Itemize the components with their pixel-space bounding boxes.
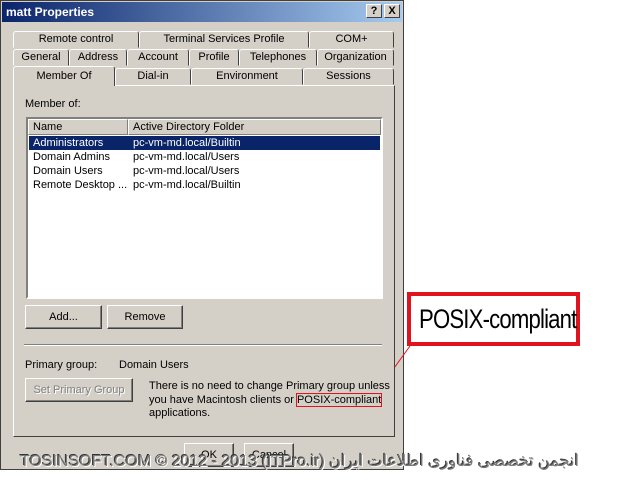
column-header-folder[interactable]: Active Directory Folder xyxy=(128,119,381,135)
row-folder: pc-vm-md.local/Builtin xyxy=(133,137,241,149)
primary-group-note-line2: you have Macintosh clients or POSIX-comp… xyxy=(149,393,383,407)
note-line2-prefix: you have Macintosh clients or xyxy=(149,394,297,406)
watermark: TOSINSOFT.COM © 2012 - 2013 (ITPro.ir) ا… xyxy=(20,453,580,470)
separator xyxy=(24,344,382,346)
table-row[interactable]: Remote Desktop ... pc-vm-md.local/Builti… xyxy=(29,178,380,192)
member-of-label: Member of: xyxy=(25,98,81,110)
primary-group-note-line3: applications. xyxy=(149,407,211,419)
remove-button[interactable]: Remove xyxy=(107,305,183,329)
table-row[interactable]: Administrators pc-vm-md.local/Builtin xyxy=(29,136,380,150)
row-folder: pc-vm-md.local/Users xyxy=(133,151,240,163)
add-button[interactable]: Add... xyxy=(25,305,102,329)
primary-group-note-line1: There is no need to change Primary group… xyxy=(149,380,390,392)
row-folder: pc-vm-md.local/Users xyxy=(133,165,240,177)
row-name: Domain Admins xyxy=(33,151,111,163)
primary-group-value: Domain Users xyxy=(119,359,189,371)
set-primary-group-button[interactable]: Set Primary Group xyxy=(25,378,133,402)
row-folder: pc-vm-md.local/Builtin xyxy=(133,179,241,191)
member-of-panel: Member of: Name Active Directory Folder … xyxy=(13,85,395,437)
callout-text: POSIX-compliant xyxy=(419,304,577,334)
row-name: Remote Desktop ... xyxy=(33,179,127,191)
member-of-list[interactable]: Name Active Directory Folder Administrat… xyxy=(26,117,383,299)
row-name: Domain Users xyxy=(33,165,103,177)
row-name: Administrators xyxy=(33,137,104,149)
primary-group-label: Primary group: xyxy=(25,359,98,371)
column-header-name[interactable]: Name xyxy=(28,119,128,135)
table-row[interactable]: Domain Users pc-vm-md.local/Users xyxy=(29,164,380,178)
tab-member-of[interactable]: Member Of xyxy=(13,66,115,86)
table-row[interactable]: Domain Admins pc-vm-md.local/Users xyxy=(29,150,380,164)
posix-highlight: POSIX-compliant xyxy=(295,393,383,407)
posix-callout: POSIX-compliant xyxy=(407,292,580,346)
